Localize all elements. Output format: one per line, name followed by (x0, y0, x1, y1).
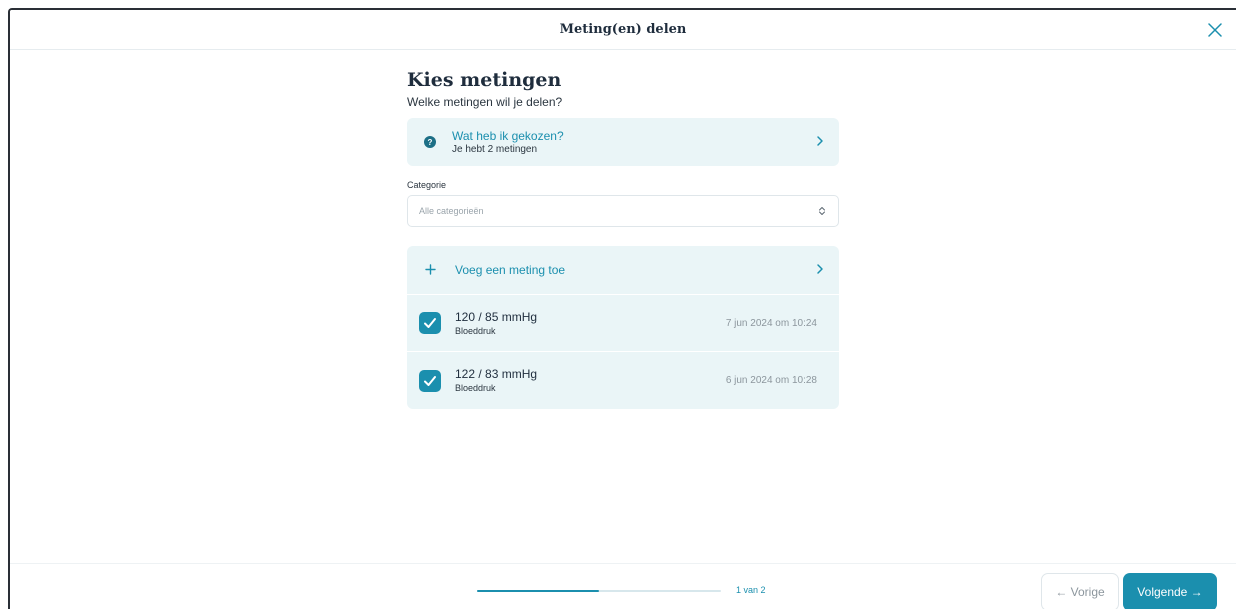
checkmark-icon (424, 375, 436, 386)
chevron-right-icon (813, 135, 827, 150)
select-arrows-icon (818, 206, 826, 216)
measurement-date: 6 jun 2024 om 10:28 (725, 375, 817, 386)
add-measurement-label: Voeg een meting toe (455, 263, 566, 277)
progress-bar-fill (477, 590, 599, 592)
measurement-type: Bloeddruk (455, 383, 496, 393)
selection-summary-count: Je hebt 2 metingen (452, 143, 538, 155)
page-subtitle: Welke metingen wil je delen? (407, 95, 563, 109)
measurement-type: Bloeddruk (455, 325, 496, 336)
modal-header: Meting(en) delen (10, 10, 1236, 50)
add-measurement-button[interactable]: Voeg een meting toe (407, 246, 839, 295)
measurement-value: 122 / 83 mmHg (455, 367, 538, 381)
selection-summary-text: Wat heb ik gekozen? Je hebt 2 metingen (452, 129, 813, 156)
category-select-value: Alle categorieën (419, 206, 484, 216)
chevron-right-icon (813, 263, 827, 278)
progress-bar (477, 590, 721, 592)
page-title: Kies metingen (407, 69, 562, 91)
measurement-row[interactable]: 120 / 85 mmHg Bloeddruk 7 jun 2024 om 10… (407, 295, 839, 352)
category-select[interactable]: Alle categorieën (407, 195, 839, 227)
selection-summary-title: Wat heb ik gekozen? (452, 128, 564, 143)
main-content: Kies metingen Welke metingen wil je dele… (407, 68, 839, 409)
modal-footer: 1 van 2 ← Vorige Volgende → (10, 563, 1236, 609)
modal-title: Meting(en) delen (559, 22, 687, 37)
question-icon: ? (424, 136, 436, 148)
close-button[interactable] (1204, 19, 1226, 41)
selection-summary-card[interactable]: ? Wat heb ik gekozen? Je hebt 2 metingen (407, 118, 839, 166)
measurement-value: 120 / 85 mmHg (455, 309, 538, 324)
progress-text: 1 van 2 (736, 585, 766, 595)
modal-window: Meting(en) delen Kies metingen Welke met… (8, 8, 1236, 609)
measurement-text: 122 / 83 mmHg Bloeddruk (455, 367, 726, 394)
plus-icon (425, 262, 437, 279)
measurement-text: 120 / 85 mmHg Bloeddruk (455, 310, 726, 337)
measurement-list: Voeg een meting toe 120 / 85 mmHg Bloedd… (407, 246, 839, 409)
measurement-checkbox[interactable] (419, 369, 441, 392)
next-button[interactable]: Volgende → (1123, 573, 1217, 609)
previous-button[interactable]: ← Vorige (1041, 573, 1119, 609)
measurement-row[interactable]: 122 / 83 mmHg Bloeddruk 6 jun 2024 om 10… (407, 352, 839, 409)
checkmark-icon (424, 318, 436, 328)
category-label: Categorie (407, 180, 447, 190)
measurement-date: 7 jun 2024 om 10:24 (725, 317, 817, 329)
measurement-checkbox[interactable] (419, 312, 441, 334)
close-icon (1208, 23, 1222, 37)
